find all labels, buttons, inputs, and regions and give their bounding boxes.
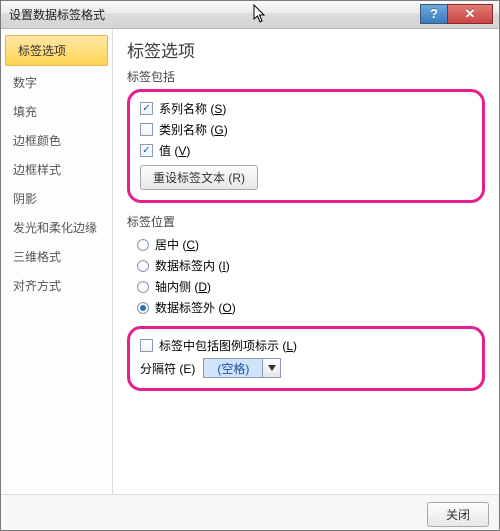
separator-label: 分隔符 (E) (140, 360, 195, 377)
sidebar-item-border-style[interactable]: 边框样式 (1, 155, 112, 184)
radio-inside[interactable] (137, 260, 149, 272)
help-button[interactable]: ? (420, 4, 448, 24)
titlebar: 设置数据标签格式 ? ✕ (1, 1, 499, 29)
sidebar-item-number[interactable]: 数字 (1, 68, 112, 97)
close-window-button[interactable]: ✕ (447, 4, 493, 24)
dialog-footer: 关闭 (1, 494, 499, 530)
sidebar-item-alignment[interactable]: 对齐方式 (1, 271, 112, 300)
radio-inside-label: 数据标签内 (I) (155, 257, 230, 274)
dialog-window: 设置数据标签格式 ? ✕ 标签选项 数字 填充 边框颜色 边框样式 阴影 发光和… (0, 0, 500, 531)
chevron-down-icon[interactable] (262, 359, 280, 377)
dialog-body: 标签选项 数字 填充 边框颜色 边框样式 阴影 发光和柔化边缘 三维格式 对齐方… (1, 29, 499, 494)
radio-center[interactable] (137, 239, 149, 251)
checkbox-category-name[interactable] (140, 123, 153, 136)
window-buttons: ? ✕ (421, 4, 493, 24)
radio-outside[interactable] (137, 302, 149, 314)
sidebar-item-shadow[interactable]: 阴影 (1, 184, 112, 213)
label-position-heading: 标签位置 (127, 213, 485, 230)
checkbox-series-name[interactable] (140, 102, 153, 115)
sidebar-item-label-options[interactable]: 标签选项 (5, 35, 108, 66)
label-contains-heading: 标签包括 (127, 68, 485, 85)
sidebar-item-glow[interactable]: 发光和柔化边缘 (1, 213, 112, 242)
window-title: 设置数据标签格式 (9, 6, 421, 23)
checkbox-legend-key[interactable] (140, 339, 153, 352)
highlight-group-contains: 系列名称 (S) 类别名称 (G) 值 (V) 重设标签文本 (R) (127, 89, 485, 203)
checkbox-legend-key-label: 标签中包括图例项标示 (L) (159, 337, 297, 354)
content-panel: 标签选项 标签包括 系列名称 (S) 类别名称 (G) 值 (V) (113, 29, 499, 494)
sidebar-item-border-color[interactable]: 边框颜色 (1, 126, 112, 155)
checkbox-series-name-label: 系列名称 (S) (159, 100, 226, 117)
checkbox-value[interactable] (140, 144, 153, 157)
checkbox-category-name-label: 类别名称 (G) (159, 121, 228, 138)
close-button[interactable]: 关闭 (427, 502, 489, 527)
reset-label-text-button[interactable]: 重设标签文本 (R) (140, 165, 258, 190)
sidebar-item-3d[interactable]: 三维格式 (1, 242, 112, 271)
radio-center-label: 居中 (C) (155, 236, 199, 253)
sidebar: 标签选项 数字 填充 边框颜色 边框样式 阴影 发光和柔化边缘 三维格式 对齐方… (1, 29, 113, 494)
separator-value: (空格) (204, 359, 262, 377)
radio-axis-inside[interactable] (137, 281, 149, 293)
separator-combobox[interactable]: (空格) (203, 358, 281, 378)
checkbox-value-label: 值 (V) (159, 142, 190, 159)
radio-axis-inside-label: 轴内侧 (D) (155, 278, 211, 295)
highlight-group-separator: 标签中包括图例项标示 (L) 分隔符 (E) (空格) (127, 326, 485, 391)
sidebar-item-fill[interactable]: 填充 (1, 97, 112, 126)
radio-outside-label: 数据标签外 (O) (155, 299, 236, 316)
page-title: 标签选项 (127, 37, 485, 62)
